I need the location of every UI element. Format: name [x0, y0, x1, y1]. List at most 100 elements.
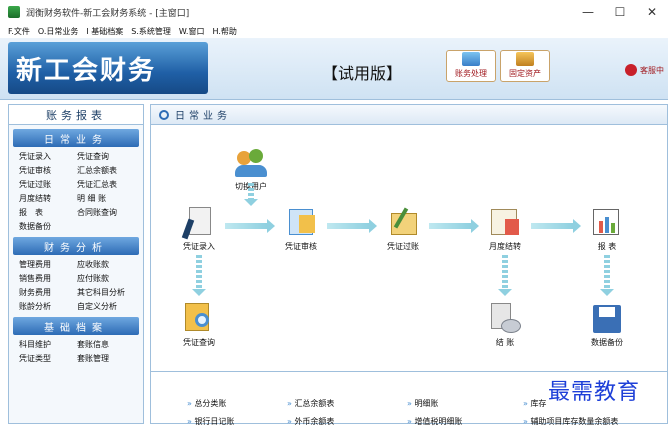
node-month-close[interactable]: 月度结转: [475, 205, 535, 252]
node-label: 凭证录入: [183, 242, 215, 251]
accounting-label: 账务处理: [455, 69, 487, 78]
node-label: 结 账: [495, 338, 515, 347]
node-label: 数据备份: [591, 338, 623, 347]
arrow-right: [225, 219, 275, 233]
arrow-down: [600, 255, 614, 296]
title-bar: 润衡财务软件-新工会财务系统 - [主窗口] — ☐ ✕: [0, 0, 668, 24]
node-report[interactable]: 报 表: [577, 205, 637, 252]
link-backup[interactable]: 数据备份: [19, 220, 77, 233]
node-label: 月度结转: [489, 242, 521, 251]
link-detail[interactable]: 明细账: [407, 398, 438, 409]
menu-help[interactable]: H.帮助: [212, 26, 236, 37]
node-voucher-post[interactable]: 凭证过账: [373, 205, 433, 252]
minimize-button[interactable]: —: [572, 0, 604, 24]
link-book-info[interactable]: 套账信息: [77, 338, 147, 351]
link-summary-table[interactable]: 汇总余额表: [287, 398, 334, 409]
month-close-icon: [487, 205, 523, 239]
arrow-right: [531, 219, 581, 233]
link-voucher-type[interactable]: 凭证类型: [19, 352, 77, 365]
closing-icon: [487, 301, 523, 335]
link-custom-analysis[interactable]: 自定义分析: [77, 300, 147, 313]
user-icon: [625, 64, 637, 76]
link-month-close[interactable]: 月度结转: [19, 192, 77, 205]
voucher-entry-icon: [181, 205, 217, 240]
link-detail-ledger[interactable]: 明 细 账: [77, 192, 147, 205]
menu-file[interactable]: F.文件: [8, 26, 30, 37]
link-foreign-balance[interactable]: 外币余额表: [287, 416, 334, 427]
banner: 新工会财务 【试用版】 账务处理 固定资产 客服中: [0, 38, 668, 100]
link-aux-inventory[interactable]: 辅助项目库存数量余额表: [523, 416, 618, 427]
arrow-down: [498, 255, 512, 296]
link-admin-expense[interactable]: 管理费用: [19, 258, 77, 271]
sidebar: 账务报表 日常业务 凭证录入 凭证查询 凭证审核 汇总余额表 凭证过账 凭证汇总…: [8, 104, 144, 424]
watermark: 最需教育: [548, 380, 641, 405]
close-button[interactable]: ✕: [636, 0, 668, 24]
node-closing[interactable]: 结 账: [475, 301, 535, 348]
link-vat-detail[interactable]: 增值税明细账: [407, 416, 462, 427]
node-voucher-query[interactable]: 凭证查询: [169, 301, 229, 348]
link-other-analysis[interactable]: 其它科目分析: [77, 286, 147, 299]
main-title: 日常业务: [175, 111, 231, 122]
sidebar-title: 账务报表: [9, 105, 143, 125]
app-icon: [8, 6, 20, 18]
section-daily[interactable]: 日常业务: [13, 129, 139, 147]
voucher-query-icon: [181, 301, 217, 335]
node-voucher-audit[interactable]: 凭证审核: [271, 205, 331, 252]
node-voucher-entry[interactable]: 凭证录入: [169, 205, 229, 252]
link-voucher-query[interactable]: 凭证查询: [77, 150, 147, 163]
window-title: 润衡财务软件-新工会财务系统 - [主窗口]: [26, 8, 190, 19]
link-payables[interactable]: 应付账款: [77, 272, 147, 285]
maximize-button[interactable]: ☐: [604, 0, 636, 24]
link-summary-balance[interactable]: 汇总余额表: [77, 164, 147, 177]
node-label: 报 表: [597, 242, 617, 251]
menu-basic[interactable]: I 基础档案: [86, 26, 123, 37]
arrow-right: [429, 219, 479, 233]
menu-bar: F.文件 O.日常业务 I 基础档案 S.系统管理 W.窗口 H.帮助: [0, 24, 668, 38]
link-inventory[interactable]: 库存: [523, 398, 546, 409]
customer-service[interactable]: 客服中: [625, 64, 664, 76]
arrow-down: [192, 255, 206, 296]
link-voucher-post[interactable]: 凭证过账: [19, 178, 77, 191]
menu-daily[interactable]: O.日常业务: [38, 26, 79, 37]
link-voucher-entry[interactable]: 凭证录入: [19, 150, 77, 163]
fixed-assets-button[interactable]: 固定资产: [500, 50, 550, 82]
link-voucher-summary[interactable]: 凭证汇总表: [77, 178, 147, 191]
users-icon: [233, 145, 269, 179]
link-account-maintain[interactable]: 科目维护: [19, 338, 77, 351]
link-general-ledger[interactable]: 总分类账: [187, 398, 226, 409]
service-label: 客服中: [640, 65, 664, 75]
arrow-down: [244, 183, 258, 206]
accounting-icon: [462, 52, 480, 66]
node-data-backup[interactable]: 数据备份: [577, 301, 637, 348]
menu-window[interactable]: W.窗口: [179, 26, 205, 37]
arrow-right: [327, 219, 377, 233]
link-report[interactable]: 报 表: [19, 206, 77, 219]
node-label: 凭证审核: [285, 242, 317, 251]
link-receivables[interactable]: 应收账款: [77, 258, 147, 271]
brand-logo: 新工会财务: [16, 56, 157, 86]
circle-icon: [159, 109, 169, 120]
link-voucher-audit[interactable]: 凭证审核: [19, 164, 77, 177]
backup-icon: [589, 301, 625, 335]
accounting-button[interactable]: 账务处理: [446, 50, 496, 82]
brand-panel: 新工会财务: [8, 42, 208, 94]
section-basic[interactable]: 基础档案: [13, 317, 139, 335]
voucher-post-icon: [385, 205, 421, 239]
link-contract-query[interactable]: 合同账查询: [77, 206, 147, 219]
voucher-audit-icon: [283, 205, 319, 239]
node-label: 凭证查询: [183, 338, 215, 347]
fixed-assets-label: 固定资产: [509, 69, 541, 78]
section-analysis[interactable]: 财务分析: [13, 237, 139, 255]
link-sales-expense[interactable]: 销售费用: [19, 272, 77, 285]
node-label: 凭证过账: [387, 242, 419, 251]
report-icon: [589, 205, 625, 239]
menu-system[interactable]: S.系统管理: [131, 26, 171, 37]
trial-label: 【试用版】: [322, 64, 403, 83]
link-finance-expense[interactable]: 财务费用: [19, 286, 77, 299]
main-header: 日常业务: [151, 105, 667, 125]
link-bank-journal[interactable]: 银行日记账: [187, 416, 234, 427]
empty-cell: [77, 220, 147, 233]
assets-icon: [516, 52, 534, 66]
link-book-manage[interactable]: 套账管理: [77, 352, 147, 365]
link-aging[interactable]: 账龄分析: [19, 300, 77, 313]
